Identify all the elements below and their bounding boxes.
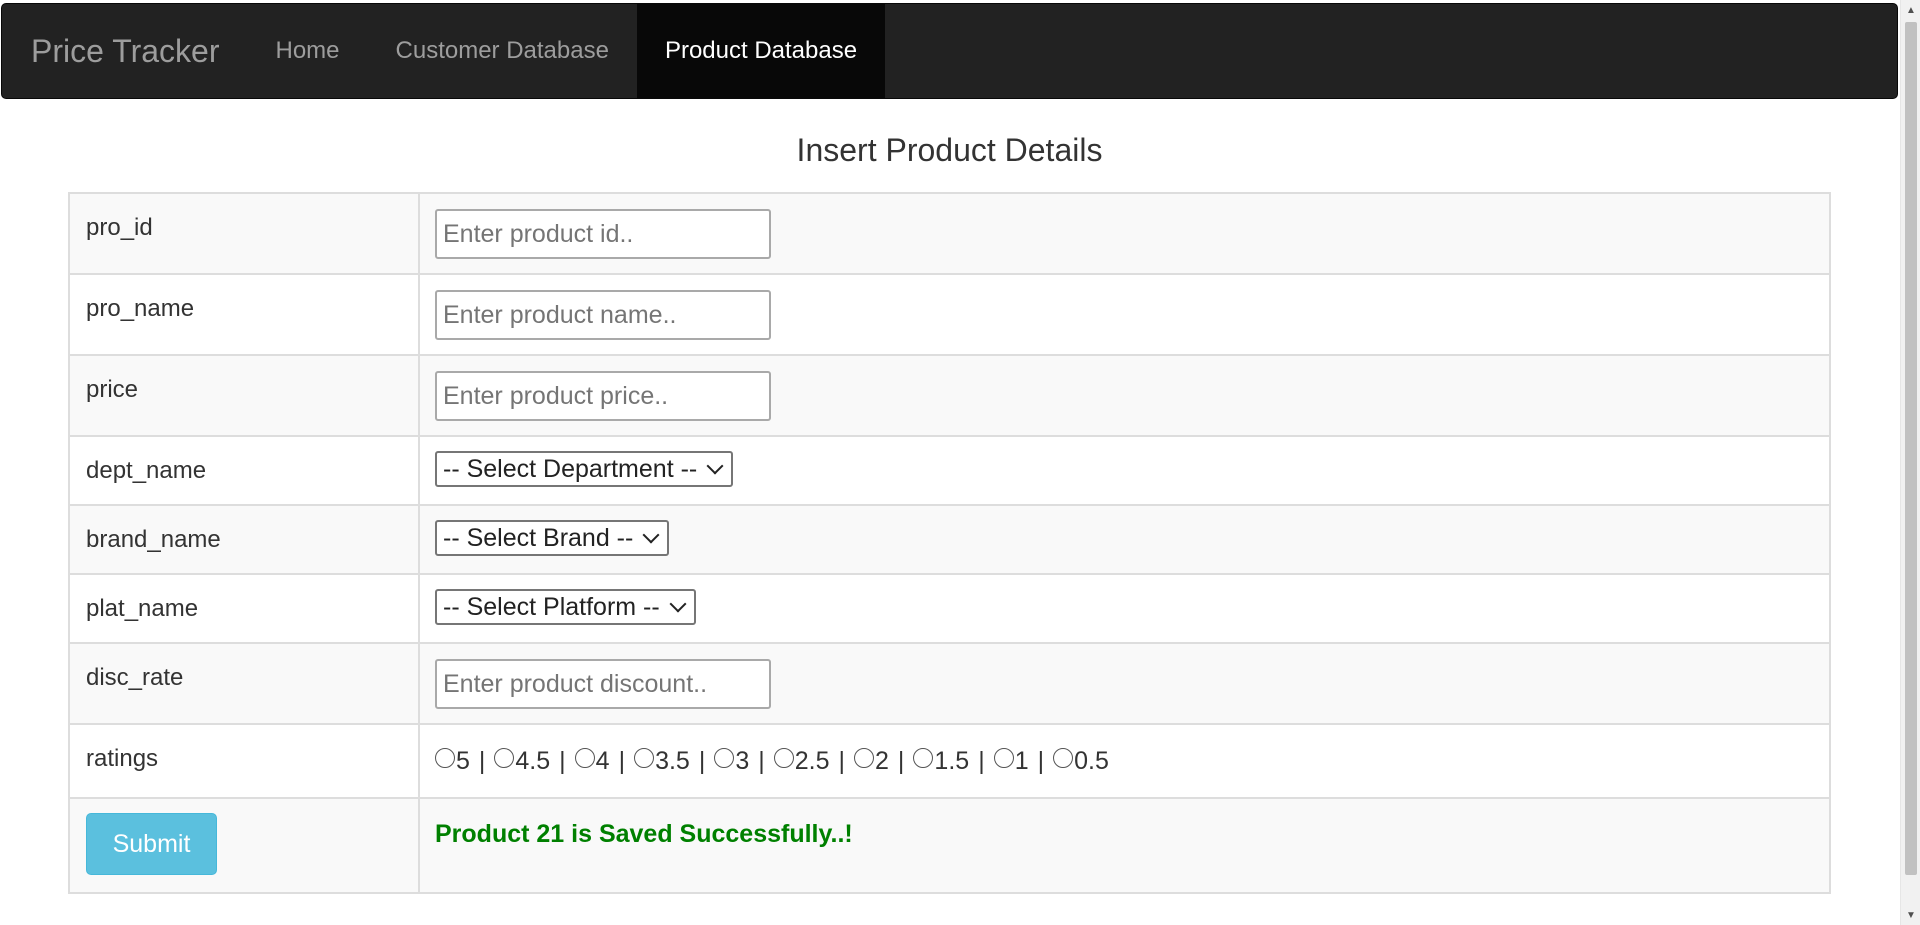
dept-name-label: dept_name [68,435,420,506]
rating-separator: | [758,747,765,775]
submit-button[interactable]: Submit [86,813,217,875]
rating-radio-4-5[interactable] [494,747,515,768]
rating-option-label: 1 [1014,747,1029,775]
brand-select[interactable]: -- Select Brand -- [435,520,670,556]
rating-radio-1[interactable] [993,747,1014,768]
rating-radio-0-5[interactable] [1053,747,1074,768]
rating-radio-2[interactable] [854,747,875,768]
product-form-table: pro_id pro_name price dept_name -- Selec… [68,192,1831,894]
page-title: Insert Product Details [796,132,1103,168]
brand-select-value: -- Select Brand -- [443,523,634,552]
nav-customer-database[interactable]: Customer Database [368,4,637,98]
brand-name-label: brand_name [68,504,420,575]
rating-separator: | [897,747,905,775]
chevron-down-icon [669,595,687,613]
row-price: price [68,354,1831,437]
brand-link[interactable]: Price Tracker [2,4,247,98]
rating-option-label: 2.5 [794,747,830,775]
rating-option-label: 5 [456,747,470,775]
rating-separator: | [978,747,985,775]
rating-radio-4[interactable] [574,747,595,768]
rating-option-label: 1.5 [934,747,970,775]
rating-radio-5[interactable] [435,747,455,768]
ratings-radio-group: 5 | 4.5 | 4 | 3.5 | 3 | 2.5 | 2 | 1.5 | [435,740,1829,776]
pro-name-input[interactable] [435,290,771,340]
row-dept-name: dept_name -- Select Department -- [68,435,1831,506]
rating-option-label: 4.5 [515,747,551,775]
page: Price Tracker Home Customer Database Pro… [0,0,1920,925]
rating-option-label: 0.5 [1074,747,1109,775]
rating-separator: | [478,747,486,775]
rating-radio-3[interactable] [714,747,735,768]
success-message: Product 21 is Saved Successfully..! [435,820,853,848]
disc-rate-input[interactable] [435,659,771,709]
rating-separator: | [559,747,566,775]
row-plat-name: plat_name -- Select Platform -- [68,573,1831,644]
scroll-down-arrow-icon[interactable]: ▼ [1901,905,1920,925]
rating-option-label: 3.5 [655,747,690,775]
row-ratings: ratings 5 | 4.5 | 4 | 3.5 | 3 | 2.5 | 2 … [68,723,1831,799]
rating-radio-3-5[interactable] [634,747,655,768]
scroll-up-arrow-icon[interactable]: ▲ [1901,0,1920,20]
row-brand-name: brand_name -- Select Brand -- [68,504,1831,575]
platform-select[interactable]: -- Select Platform -- [435,589,696,625]
pro-id-label: pro_id [68,192,420,275]
nav-home[interactable]: Home [247,4,367,98]
nav-product-database[interactable]: Product Database [636,4,886,98]
rating-radio-1-5[interactable] [913,747,934,768]
price-label: price [68,354,420,437]
row-submit: Submit Product 21 is Saved Successfully.… [68,797,1831,894]
department-select[interactable]: -- Select Department -- [435,451,734,487]
scrollbar-thumb[interactable] [1905,22,1917,875]
rating-option-label: 4 [595,747,610,775]
chevron-down-icon [706,457,724,475]
rating-separator: | [698,747,706,775]
row-pro-name: pro_name [68,273,1831,356]
platform-select-value: -- Select Platform -- [443,592,660,621]
department-select-value: -- Select Department -- [443,454,698,483]
price-input[interactable] [435,371,771,421]
rating-option-label: 2 [875,747,889,775]
rating-separator: | [838,747,846,775]
pro-name-label: pro_name [68,273,420,356]
row-pro-id: pro_id [68,192,1831,275]
ratings-label: ratings [68,723,420,799]
rating-option-label: 3 [735,747,750,775]
rating-separator: | [1037,747,1045,775]
rating-separator: | [618,747,626,775]
chevron-down-icon [642,526,660,544]
vertical-scrollbar[interactable]: ▲ ▼ [1900,0,1920,925]
disc-rate-label: disc_rate [68,642,420,725]
pro-id-input[interactable] [435,209,771,259]
plat-name-label: plat_name [68,573,420,644]
rating-radio-2-5[interactable] [773,747,794,768]
navbar: Price Tracker Home Customer Database Pro… [1,3,1898,99]
row-disc-rate: disc_rate [68,642,1831,725]
